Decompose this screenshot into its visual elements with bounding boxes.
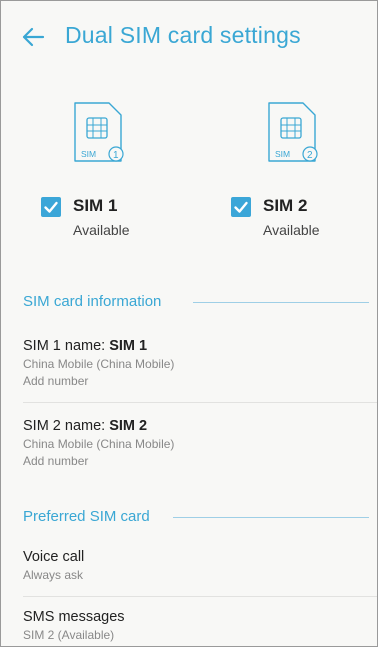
section-divider (173, 517, 369, 518)
sim-2-name-label: SIM 2 name: (23, 418, 106, 434)
section-header-preferred-sim: Preferred SIM card (23, 508, 150, 525)
list-item-sim-1-name[interactable]: SIM 1 name: SIM 1 China Mobile (China Mo… (23, 338, 373, 388)
voice-call-value: Always ask (23, 568, 84, 582)
list-item-voice-call[interactable]: Voice call Always ask (23, 549, 373, 582)
divider (23, 402, 377, 403)
sim-2-checkbox[interactable] (231, 197, 251, 217)
sim-1-name-label: SIM 1 name: (23, 338, 106, 354)
sim-1-number: 1 (113, 150, 119, 161)
sim-1-panel: SIM 1 SIM 1 Available (37, 101, 207, 241)
section-divider (193, 302, 369, 303)
sim-2-name-value: SIM 2 (109, 418, 148, 434)
sim-1-name-row: SIM 1 name: SIM 1 (23, 338, 373, 354)
sim-card-icon: SIM 2 (267, 101, 319, 167)
sim-2-badge: SIM (275, 149, 290, 159)
page-title: Dual SIM card settings (65, 22, 301, 48)
back-arrow-icon[interactable] (19, 23, 47, 51)
divider (23, 596, 377, 597)
checkmark-icon (44, 201, 58, 213)
app-bar: Dual SIM card settings (1, 1, 377, 71)
sim-1-badge: SIM (81, 149, 96, 159)
sim-2-carrier: China Mobile (China Mobile) (23, 437, 175, 451)
sim-2-name: SIM 2 (263, 196, 308, 215)
sim-1-carrier: China Mobile (China Mobile) (23, 357, 175, 371)
sim-1-status: Available (73, 222, 130, 238)
sms-messages-value: SIM 2 (Available) (23, 628, 115, 642)
sim-2-panel: SIM 2 SIM 2 Available (227, 101, 377, 241)
sim-1-name: SIM 1 (73, 196, 118, 215)
sim-1-checkbox[interactable] (41, 197, 61, 217)
sms-messages-title: SMS messages (23, 609, 125, 625)
sim-1-add-number: Add number (23, 374, 89, 388)
sim-2-status: Available (263, 222, 320, 238)
section-header-sim-info: SIM card information (23, 293, 162, 310)
screen: Dual SIM card settings SIM 1 SIM 1 Avail… (0, 0, 378, 647)
sim-2-name-row: SIM 2 name: SIM 2 (23, 418, 373, 434)
checkmark-icon (234, 201, 248, 213)
list-item-sim-2-name[interactable]: SIM 2 name: SIM 2 China Mobile (China Mo… (23, 418, 373, 468)
sim-1-name-value: SIM 1 (109, 338, 148, 354)
sim-2-add-number: Add number (23, 454, 89, 468)
sim-card-icon: SIM 1 (73, 101, 125, 167)
list-item-sms-messages[interactable]: SMS messages SIM 2 (Available) (23, 609, 373, 642)
sim-2-number: 2 (307, 150, 313, 161)
voice-call-title: Voice call (23, 549, 85, 565)
